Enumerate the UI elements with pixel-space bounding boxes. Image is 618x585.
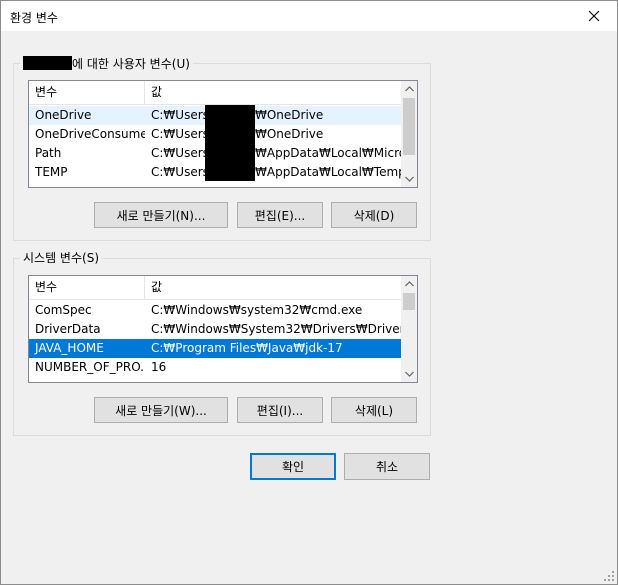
chevron-up-icon bbox=[404, 281, 414, 287]
close-button[interactable] bbox=[571, 1, 617, 31]
scroll-thumb[interactable] bbox=[403, 98, 415, 155]
list-item[interactable]: DriverData C:₩Windows₩System32₩Drivers₩D… bbox=[29, 320, 417, 339]
list-item[interactable]: NUMBER_OF_PRO... 16 bbox=[29, 358, 401, 377]
chevron-down-icon bbox=[404, 371, 414, 377]
system-variables-label: 시스템 변수(S) bbox=[20, 251, 102, 265]
user-delete-button[interactable]: 삭제(D) bbox=[331, 202, 417, 228]
resize-grip-icon[interactable] bbox=[603, 570, 615, 582]
system-edit-button[interactable]: 편집(I)... bbox=[237, 397, 323, 423]
redacted-username bbox=[23, 56, 72, 70]
system-new-button[interactable]: 새로 만들기(W)... bbox=[94, 397, 228, 423]
scroll-up-arrow[interactable] bbox=[401, 81, 417, 97]
close-icon bbox=[588, 10, 600, 22]
window-title: 환경 변수 bbox=[10, 11, 58, 25]
scroll-down-arrow[interactable] bbox=[401, 171, 417, 187]
cancel-button[interactable]: 취소 bbox=[344, 453, 430, 480]
chevron-down-icon bbox=[404, 176, 414, 182]
scroll-down-arrow[interactable] bbox=[401, 366, 417, 382]
column-header-variable[interactable]: 변수 bbox=[29, 81, 144, 104]
environment-variables-dialog: 환경 변수 에 대한 사용자 변수(U) 변수 값 OneDrive C:₩Us… bbox=[0, 0, 618, 585]
scroll-up-arrow[interactable] bbox=[401, 276, 417, 292]
column-header-value[interactable]: 값 bbox=[145, 81, 162, 104]
redacted-username-block bbox=[205, 105, 255, 181]
system-delete-button[interactable]: 삭제(L) bbox=[331, 397, 417, 423]
column-header-value[interactable]: 값 bbox=[145, 276, 162, 299]
list-item-selected[interactable]: JAVA_HOME C:₩Program Files₩Java₩jdk-17 bbox=[29, 339, 401, 358]
system-list-scrollbar[interactable] bbox=[401, 276, 417, 382]
user-new-button[interactable]: 새로 만들기(N)... bbox=[94, 202, 228, 228]
column-header-variable[interactable]: 변수 bbox=[29, 276, 144, 299]
user-edit-button[interactable]: 편집(E)... bbox=[237, 202, 323, 228]
user-variables-list[interactable]: 변수 값 OneDrive C:₩Users₩ ₩OneDrive OneDri… bbox=[28, 80, 418, 188]
system-list-rows: ComSpec C:₩Windows₩system32₩cmd.exe Driv… bbox=[29, 301, 417, 377]
system-variables-list[interactable]: 변수 값 ComSpec C:₩Windows₩system32₩cmd.exe… bbox=[28, 275, 418, 383]
list-item[interactable]: ComSpec C:₩Windows₩system32₩cmd.exe bbox=[29, 301, 401, 320]
user-list-scrollbar[interactable] bbox=[401, 81, 417, 187]
scroll-thumb[interactable] bbox=[403, 293, 415, 310]
user-variables-label: 에 대한 사용자 변수(U) bbox=[20, 56, 193, 71]
system-list-header: 변수 값 bbox=[29, 276, 401, 300]
ok-button[interactable]: 확인 bbox=[250, 453, 336, 480]
user-list-header: 변수 값 bbox=[29, 81, 401, 105]
title-bar[interactable]: 환경 변수 bbox=[1, 1, 617, 31]
chevron-up-icon bbox=[404, 86, 414, 92]
